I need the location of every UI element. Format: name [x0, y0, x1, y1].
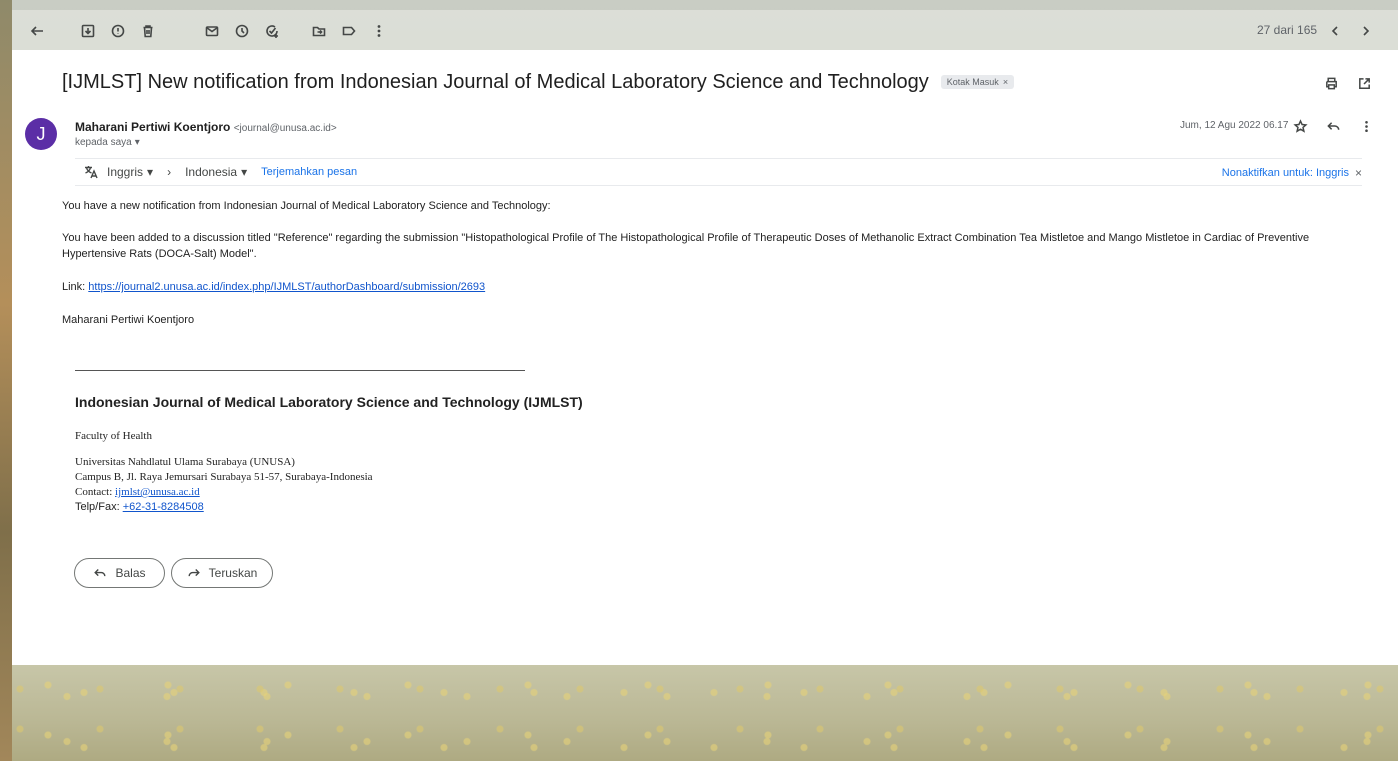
target-language: Indonesia: [185, 165, 238, 179]
snooze-icon[interactable]: [231, 20, 253, 42]
submission-link[interactable]: https://journal2.unusa.ac.id/index.php/I…: [88, 281, 485, 293]
remove-label-icon[interactable]: ×: [1003, 77, 1008, 87]
body-signoff: Maharani Pertiwi Koentjoro: [62, 314, 195, 326]
message-counter: 27 dari 165: [1257, 23, 1318, 37]
back-arrow-icon[interactable]: [26, 20, 48, 42]
sender-line: Maharani Pertiwi Koentjoro <journal@unus…: [75, 120, 337, 134]
message-toolbar: 27 dari 165: [12, 10, 1398, 50]
caret-down-icon[interactable]: ▾: [135, 137, 140, 148]
body-paragraph: You have been added to a discussion titl…: [62, 230, 1362, 262]
telp-label: Telp/Fax:: [75, 501, 123, 513]
translate-bar: Inggris ▾ › Indonesia ▾ Terjemahkan pesa…: [75, 158, 1362, 186]
translate-icon: [83, 164, 99, 180]
open-new-window-icon[interactable]: [1355, 74, 1373, 92]
signature-faculty: Faculty of Health: [75, 430, 152, 442]
signature-contact: Contact: ijmlst@unusa.ac.id: [75, 486, 200, 499]
archive-icon[interactable]: [77, 20, 99, 42]
reply-icon[interactable]: [1324, 117, 1342, 135]
move-to-icon[interactable]: [308, 20, 330, 42]
reply-button[interactable]: Balas: [74, 558, 165, 588]
mark-unread-icon[interactable]: [201, 20, 223, 42]
recipient-text: kepada saya: [75, 137, 132, 148]
body-link-line: Link: https://journal2.unusa.ac.id/index…: [62, 279, 485, 295]
reply-icon: [94, 569, 106, 577]
telp-link[interactable]: +62-31-8284508: [123, 501, 204, 513]
star-icon[interactable]: [1291, 117, 1309, 135]
caret-down-icon: ▾: [241, 165, 248, 179]
add-task-icon[interactable]: [261, 20, 283, 42]
translate-message-link[interactable]: Terjemahkan pesan: [261, 166, 357, 178]
newer-chevron-icon[interactable]: [1355, 20, 1377, 42]
recipient-details[interactable]: kepada saya ▾: [75, 137, 140, 148]
sender-avatar[interactable]: J: [25, 118, 57, 150]
signature-address: Campus B, Jl. Raya Jemursari Surabaya 51…: [75, 471, 373, 483]
forward-button[interactable]: Teruskan: [171, 558, 273, 588]
more-vert-icon[interactable]: [368, 20, 390, 42]
disable-translate: Nonaktifkan untuk: Inggris ×: [1222, 166, 1362, 180]
background-scenery: [12, 665, 1398, 761]
caret-down-icon: ▾: [147, 165, 154, 179]
inbox-label-chip: Kotak Masuk ×: [940, 75, 1015, 89]
forward-button-label: Teruskan: [208, 566, 258, 580]
contact-label: Contact:: [75, 486, 116, 498]
source-language-select[interactable]: Inggris ▾: [107, 165, 153, 179]
disable-translate-link[interactable]: Nonaktifkan untuk: Inggris: [1222, 167, 1349, 179]
subject-row: [IJMLST] New notification from Indonesia…: [62, 68, 1015, 96]
email-subject: [IJMLST] New notification from Indonesia…: [62, 70, 929, 93]
target-language-select[interactable]: Indonesia ▾: [185, 165, 247, 179]
label-icon[interactable]: [338, 20, 360, 42]
older-chevron-icon[interactable]: [1324, 20, 1346, 42]
link-label: Link:: [62, 281, 89, 293]
more-vert-icon[interactable]: [1357, 117, 1375, 135]
contact-email-link[interactable]: ijmlst@unusa.ac.id: [115, 486, 200, 498]
source-language: Inggris: [107, 165, 144, 179]
chevron-right-icon: ›: [167, 165, 172, 179]
sender-email: <journal@unusa.ac.id>: [233, 123, 337, 134]
signature-title: Indonesian Journal of Medical Laboratory…: [75, 394, 583, 410]
signature-divider: [75, 370, 525, 371]
signature-telp: Telp/Fax: +62-31-8284508: [75, 501, 204, 514]
background-edge: [0, 0, 12, 761]
print-icon[interactable]: [1322, 74, 1340, 92]
forward-icon: [188, 569, 200, 577]
body-line-2a: You have been added to a discussion titl…: [62, 232, 1310, 244]
body-line-2b: Hypertensive Rats (DOCA-Salt) Model".: [62, 248, 257, 260]
sender-name[interactable]: Maharani Pertiwi Koentjoro: [75, 120, 230, 134]
close-icon[interactable]: ×: [1355, 166, 1362, 180]
report-spam-icon[interactable]: [107, 20, 129, 42]
reply-button-label: Balas: [115, 566, 146, 580]
label-chip-text: Kotak Masuk: [946, 77, 999, 87]
delete-icon[interactable]: [137, 20, 159, 42]
signature-university: Universitas Nahdlatul Ulama Surabaya (UN…: [75, 456, 295, 468]
email-date: Jum, 12 Agu 2022 06.17: [1180, 120, 1289, 131]
body-line-1: You have a new notification from Indones…: [62, 200, 551, 212]
